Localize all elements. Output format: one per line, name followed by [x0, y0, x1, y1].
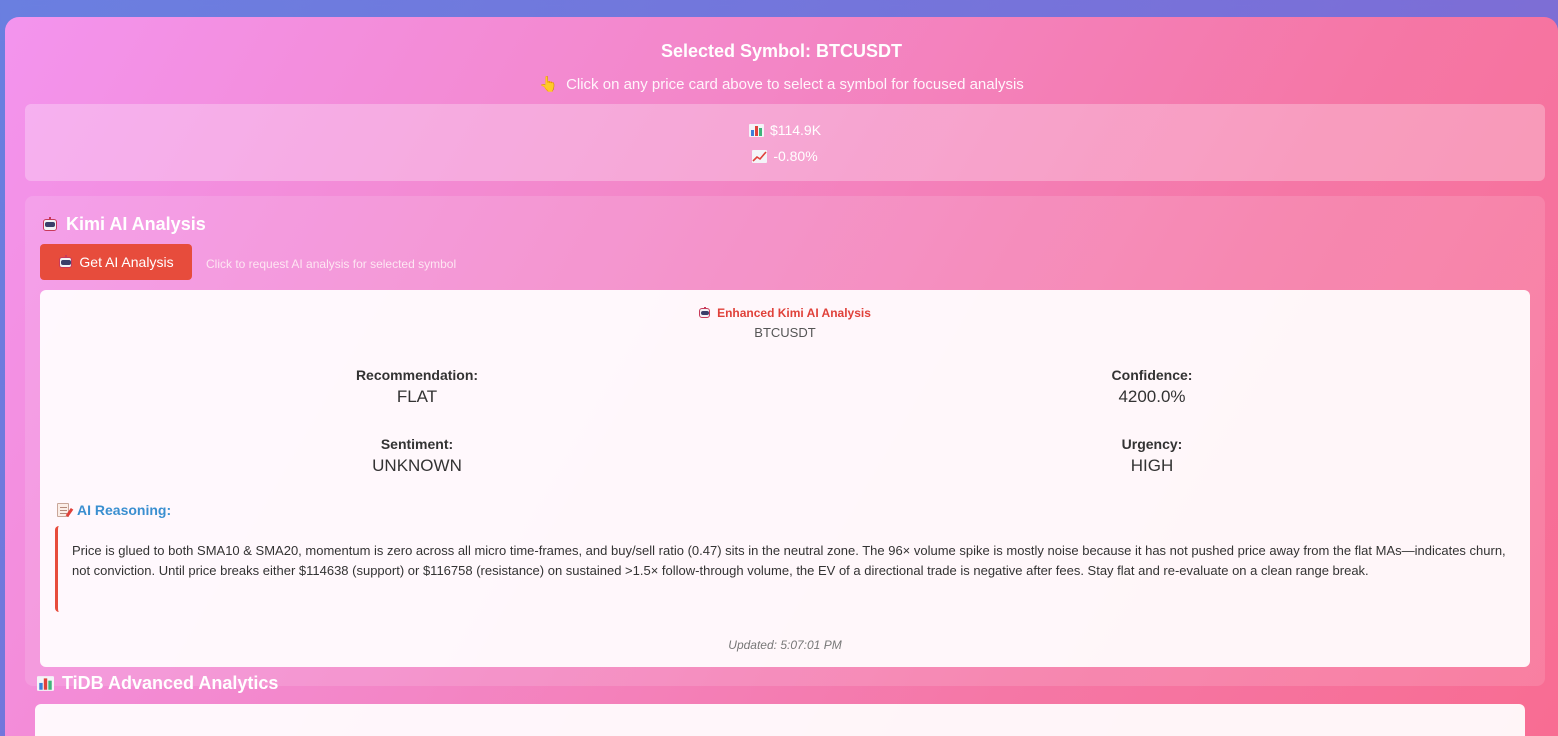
confidence-value: 4200.0% [1118, 387, 1186, 406]
tidb-title-text: TiDB Advanced Analytics [62, 673, 279, 693]
robot-icon [699, 307, 711, 319]
trend-chart-icon [752, 150, 768, 163]
tidb-section-title: TiDB Advanced Analytics [37, 673, 278, 694]
bar-chart-icon [748, 124, 764, 137]
price-change: -0.80% [773, 148, 818, 164]
kimi-ai-section-title: Kimi AI Analysis [42, 214, 206, 235]
kimi-ai-section: Kimi AI Analysis Get AI Analysis Click t… [25, 196, 1545, 686]
urgency-metric: Urgency: HIGH [1002, 436, 1302, 476]
urgency-value: HIGH [1130, 456, 1174, 475]
ai-analysis-card: Enhanced Kimi AI Analysis BTCUSDT Recomm… [40, 290, 1530, 667]
updated-timestamp: Updated: 5:07:01 PM [728, 638, 842, 652]
tidb-analytics-card [35, 704, 1525, 736]
recommendation-metric: Recommendation: FLAT [267, 367, 567, 407]
get-ai-analysis-button[interactable]: Get AI Analysis [40, 244, 192, 280]
selection-hint-text: Click on any price card above to select … [566, 76, 1024, 93]
pointing-hand-icon: 👆 [539, 76, 558, 93]
ai-reasoning-title: AI Reasoning: [57, 502, 171, 518]
sentiment-metric: Sentiment: UNKNOWN [267, 436, 567, 476]
sentiment-value: UNKNOWN [372, 456, 462, 475]
ai-card-symbol: BTCUSDT [754, 325, 816, 340]
price-line: $114.9K [25, 122, 1545, 138]
kimi-ai-title-text: Kimi AI Analysis [66, 214, 206, 234]
robot-icon [42, 216, 58, 233]
ai-card-header: Enhanced Kimi AI Analysis [40, 306, 1530, 320]
ai-card-header-text: Enhanced Kimi AI Analysis [717, 306, 871, 320]
main-panel: Selected Symbol: BTCUSDT 👆 Click on any … [5, 17, 1558, 736]
ai-reasoning-title-text: AI Reasoning: [77, 502, 172, 518]
robot-icon [58, 255, 73, 269]
recommendation-label: Recommendation: [355, 367, 479, 383]
ai-reasoning-text: Price is glued to both SMA10 & SMA20, mo… [55, 526, 1515, 612]
selection-hint: 👆 Click on any price card above to selec… [5, 75, 1558, 93]
selected-price-card: $114.9K -0.80% [25, 104, 1545, 181]
change-line: -0.80% [25, 148, 1545, 164]
confidence-metric: Confidence: 4200.0% [1002, 367, 1302, 407]
recommendation-value: FLAT [396, 387, 438, 406]
selected-symbol-title: Selected Symbol: BTCUSDT [660, 41, 903, 61]
urgency-label: Urgency: [1121, 436, 1183, 452]
memo-icon [57, 503, 69, 517]
get-ai-analysis-label: Get AI Analysis [79, 254, 174, 270]
bar-chart-icon [37, 676, 54, 691]
price-value: $114.9K [769, 122, 822, 138]
sentiment-label: Sentiment: [380, 436, 454, 452]
confidence-label: Confidence: [1111, 367, 1193, 383]
get-ai-analysis-hint: Click to request AI analysis for selecte… [206, 257, 457, 271]
